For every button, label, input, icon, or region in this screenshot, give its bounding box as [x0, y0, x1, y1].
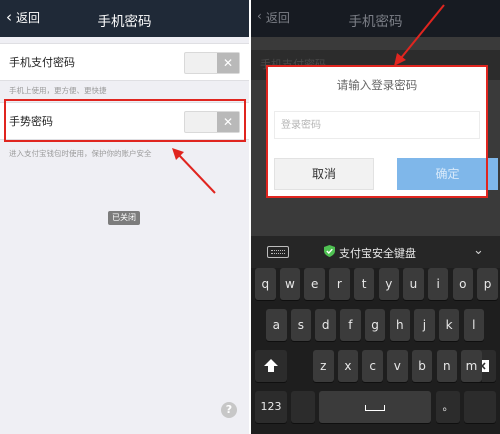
left-screen: ‹ 返回 手机密码 手机支付密码 ✕ 手机上使用，更方便、更快捷 手势密码 ✕ …: [0, 0, 249, 434]
arrow-line: [400, 4, 445, 59]
key-v[interactable]: v: [387, 350, 408, 382]
key-w[interactable]: w: [279, 268, 301, 300]
chevron-down-icon[interactable]: ⌄: [473, 243, 484, 258]
space-key[interactable]: [319, 391, 431, 423]
shift-key[interactable]: [255, 350, 287, 382]
key-y[interactable]: y: [378, 268, 399, 300]
key-e[interactable]: e: [304, 268, 325, 300]
secure-keyboard: 123 。 qwertyuiop asdfghjkl zxcvbnm: [251, 268, 500, 434]
key-a[interactable]: a: [266, 309, 287, 341]
key-p[interactable]: p: [477, 268, 498, 300]
right-screen: ‹ 返回 手机密码 手机支付密码 请输入登录密码 取消 确定 支付宝安全键盘 ⌄: [251, 0, 500, 434]
key-j[interactable]: j: [414, 309, 435, 341]
key-m[interactable]: m: [461, 350, 482, 382]
key-g[interactable]: g: [364, 309, 386, 341]
key-n[interactable]: n: [436, 350, 457, 382]
key-r[interactable]: r: [329, 268, 350, 300]
number-toggle-key[interactable]: 123: [255, 391, 287, 423]
period-key[interactable]: 。: [436, 391, 460, 423]
blank-key[interactable]: [464, 391, 496, 423]
key-u[interactable]: u: [403, 268, 424, 300]
key-q[interactable]: q: [255, 268, 276, 300]
key-b[interactable]: b: [411, 350, 433, 382]
key-l[interactable]: l: [463, 309, 485, 341]
overlay-backdrop: [251, 198, 500, 236]
status-toast: 已关闭: [108, 211, 140, 225]
key-d[interactable]: d: [315, 309, 336, 341]
key-t[interactable]: t: [353, 268, 375, 300]
key-c[interactable]: c: [362, 350, 383, 382]
key-k[interactable]: k: [438, 309, 460, 341]
keyboard-title: 支付宝安全键盘: [339, 247, 416, 260]
blank-key[interactable]: [291, 391, 315, 423]
key-o[interactable]: o: [452, 268, 474, 300]
shield-check-icon: [324, 245, 335, 260]
key-i[interactable]: i: [427, 268, 449, 300]
key-z[interactable]: z: [313, 350, 334, 382]
key-f[interactable]: f: [340, 309, 361, 341]
shift-icon: [264, 359, 278, 372]
space-icon: [365, 404, 385, 411]
key-x[interactable]: x: [337, 350, 359, 382]
key-s[interactable]: s: [290, 309, 312, 341]
keyboard-toolbar: 支付宝安全键盘 ⌄: [251, 236, 500, 268]
key-h[interactable]: h: [389, 309, 410, 341]
keyboard-icon[interactable]: [267, 246, 289, 258]
arrow-line: [177, 153, 216, 194]
help-icon[interactable]: ?: [221, 402, 237, 418]
